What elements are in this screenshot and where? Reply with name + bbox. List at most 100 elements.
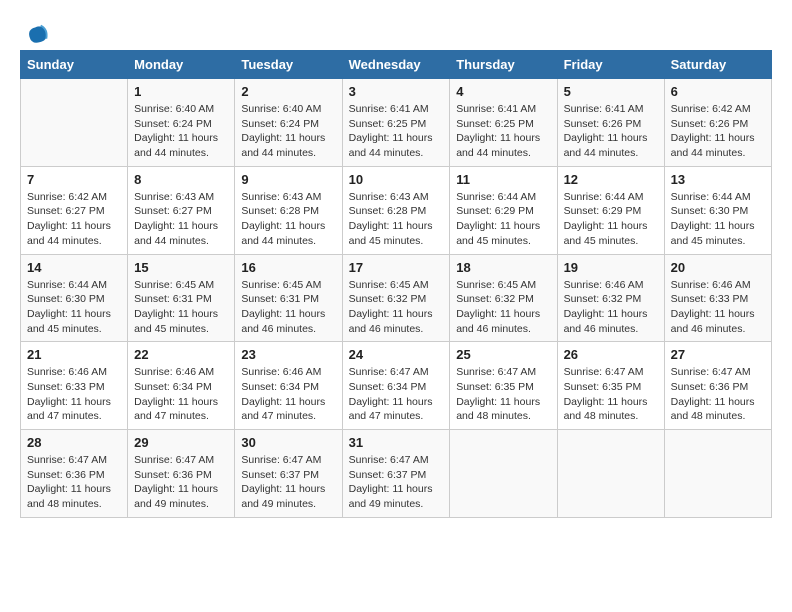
day-number: 9 <box>241 172 335 187</box>
day-info: Sunrise: 6:46 AMSunset: 6:34 PMDaylight:… <box>134 365 228 424</box>
header-saturday: Saturday <box>664 51 771 79</box>
calendar-cell: 6 Sunrise: 6:42 AMSunset: 6:26 PMDaylight… <box>664 79 771 167</box>
header-monday: Monday <box>128 51 235 79</box>
day-info: Sunrise: 6:47 AMSunset: 6:36 PMDaylight:… <box>134 453 228 512</box>
calendar-cell: 13Sunrise: 6:44 AMSunset: 6:30 PMDayligh… <box>664 166 771 254</box>
day-number: 8 <box>134 172 228 187</box>
day-number: 1 <box>134 84 228 99</box>
calendar-cell: 30 Sunrise: 6:47 AMSunset: 6:37 PMDayligh… <box>235 430 342 518</box>
day-number: 29 <box>134 435 228 450</box>
day-number: 21 <box>27 347 121 362</box>
calendar-cell: 11 Sunrise: 6:44 AMSunset: 6:29 PMDayligh… <box>450 166 557 254</box>
header-thursday: Thursday <box>450 51 557 79</box>
day-number: 12 <box>564 172 658 187</box>
calendar-cell: 5 Sunrise: 6:41 AMSunset: 6:26 PMDaylight… <box>557 79 664 167</box>
calendar-table: SundayMondayTuesdayWednesdayThursdayFrid… <box>20 50 772 518</box>
calendar-cell: 4Sunrise: 6:41 AMSunset: 6:25 PMDaylight… <box>450 79 557 167</box>
day-number: 22 <box>134 347 228 362</box>
header-tuesday: Tuesday <box>235 51 342 79</box>
calendar-cell: 14Sunrise: 6:44 AMSunset: 6:30 PMDayligh… <box>21 254 128 342</box>
day-number: 7 <box>27 172 121 187</box>
day-number: 14 <box>27 260 121 275</box>
day-number: 20 <box>671 260 765 275</box>
day-info: Sunrise: 6:47 AMSunset: 6:35 PMDaylight:… <box>564 365 658 424</box>
day-number: 13 <box>671 172 765 187</box>
day-number: 25 <box>456 347 550 362</box>
calendar-cell <box>557 430 664 518</box>
calendar-cell: 15 Sunrise: 6:45 AMSunset: 6:31 PMDayligh… <box>128 254 235 342</box>
day-info: Sunrise: 6:45 AMSunset: 6:31 PMDaylight:… <box>241 278 335 337</box>
day-number: 27 <box>671 347 765 362</box>
day-info: Sunrise: 6:43 AMSunset: 6:27 PMDaylight:… <box>134 190 228 249</box>
day-info: Sunrise: 6:45 AMSunset: 6:31 PMDaylight:… <box>134 278 228 337</box>
day-number: 30 <box>241 435 335 450</box>
calendar-cell: 3 Sunrise: 6:41 AMSunset: 6:25 PMDaylight… <box>342 79 450 167</box>
day-number: 26 <box>564 347 658 362</box>
day-info: Sunrise: 6:47 AMSunset: 6:35 PMDaylight:… <box>456 365 550 424</box>
day-number: 15 <box>134 260 228 275</box>
calendar-cell <box>664 430 771 518</box>
header-sunday: Sunday <box>21 51 128 79</box>
calendar-cell: 21 Sunrise: 6:46 AMSunset: 6:33 PMDayligh… <box>21 342 128 430</box>
day-info: Sunrise: 6:47 AMSunset: 6:37 PMDaylight:… <box>241 453 335 512</box>
day-number: 23 <box>241 347 335 362</box>
day-info: Sunrise: 6:42 AMSunset: 6:27 PMDaylight:… <box>27 190 121 249</box>
calendar-cell: 29 Sunrise: 6:47 AMSunset: 6:36 PMDayligh… <box>128 430 235 518</box>
calendar-cell <box>450 430 557 518</box>
day-info: Sunrise: 6:46 AMSunset: 6:34 PMDaylight:… <box>241 365 335 424</box>
week-row-2: 7 Sunrise: 6:42 AMSunset: 6:27 PMDaylight… <box>21 166 772 254</box>
day-info: Sunrise: 6:43 AMSunset: 6:28 PMDaylight:… <box>349 190 444 249</box>
calendar-cell: 12 Sunrise: 6:44 AMSunset: 6:29 PMDayligh… <box>557 166 664 254</box>
calendar-cell: 7 Sunrise: 6:42 AMSunset: 6:27 PMDaylight… <box>21 166 128 254</box>
day-info: Sunrise: 6:46 AMSunset: 6:32 PMDaylight:… <box>564 278 658 337</box>
calendar-cell <box>21 79 128 167</box>
day-info: Sunrise: 6:47 AMSunset: 6:37 PMDaylight:… <box>349 453 444 512</box>
day-info: Sunrise: 6:40 AMSunset: 6:24 PMDaylight:… <box>241 102 335 161</box>
calendar-cell: 10 Sunrise: 6:43 AMSunset: 6:28 PMDayligh… <box>342 166 450 254</box>
calendar-cell: 2 Sunrise: 6:40 AMSunset: 6:24 PMDaylight… <box>235 79 342 167</box>
week-row-1: 1 Sunrise: 6:40 AMSunset: 6:24 PMDaylight… <box>21 79 772 167</box>
week-row-4: 21 Sunrise: 6:46 AMSunset: 6:33 PMDayligh… <box>21 342 772 430</box>
calendar-cell: 16 Sunrise: 6:45 AMSunset: 6:31 PMDayligh… <box>235 254 342 342</box>
calendar-cell: 23 Sunrise: 6:46 AMSunset: 6:34 PMDayligh… <box>235 342 342 430</box>
calendar-cell: 25 Sunrise: 6:47 AMSunset: 6:35 PMDayligh… <box>450 342 557 430</box>
logo-icon <box>22 20 50 48</box>
day-info: Sunrise: 6:43 AMSunset: 6:28 PMDaylight:… <box>241 190 335 249</box>
day-number: 16 <box>241 260 335 275</box>
day-number: 24 <box>349 347 444 362</box>
day-info: Sunrise: 6:41 AMSunset: 6:25 PMDaylight:… <box>349 102 444 161</box>
logo <box>20 20 50 40</box>
calendar-cell: 17 Sunrise: 6:45 AMSunset: 6:32 PMDayligh… <box>342 254 450 342</box>
week-row-5: 28Sunrise: 6:47 AMSunset: 6:36 PMDayligh… <box>21 430 772 518</box>
calendar-cell: 8 Sunrise: 6:43 AMSunset: 6:27 PMDaylight… <box>128 166 235 254</box>
day-number: 31 <box>349 435 444 450</box>
day-info: Sunrise: 6:42 AMSunset: 6:26 PMDaylight:… <box>671 102 765 161</box>
header-wednesday: Wednesday <box>342 51 450 79</box>
calendar-cell: 31 Sunrise: 6:47 AMSunset: 6:37 PMDayligh… <box>342 430 450 518</box>
day-info: Sunrise: 6:45 AMSunset: 6:32 PMDaylight:… <box>456 278 550 337</box>
day-info: Sunrise: 6:44 AMSunset: 6:29 PMDaylight:… <box>456 190 550 249</box>
calendar-cell: 27 Sunrise: 6:47 AMSunset: 6:36 PMDayligh… <box>664 342 771 430</box>
day-number: 4 <box>456 84 550 99</box>
calendar-cell: 1Sunrise: 6:40 AMSunset: 6:24 PMDaylight… <box>128 79 235 167</box>
day-number: 3 <box>349 84 444 99</box>
week-row-3: 14Sunrise: 6:44 AMSunset: 6:30 PMDayligh… <box>21 254 772 342</box>
day-number: 17 <box>349 260 444 275</box>
day-number: 10 <box>349 172 444 187</box>
calendar-cell: 18 Sunrise: 6:45 AMSunset: 6:32 PMDayligh… <box>450 254 557 342</box>
day-info: Sunrise: 6:45 AMSunset: 6:32 PMDaylight:… <box>349 278 444 337</box>
day-info: Sunrise: 6:47 AMSunset: 6:34 PMDaylight:… <box>349 365 444 424</box>
day-number: 18 <box>456 260 550 275</box>
day-info: Sunrise: 6:44 AMSunset: 6:29 PMDaylight:… <box>564 190 658 249</box>
day-number: 2 <box>241 84 335 99</box>
calendar-cell: 24 Sunrise: 6:47 AMSunset: 6:34 PMDayligh… <box>342 342 450 430</box>
day-number: 6 <box>671 84 765 99</box>
calendar-cell: 19Sunrise: 6:46 AMSunset: 6:32 PMDayligh… <box>557 254 664 342</box>
day-info: Sunrise: 6:47 AMSunset: 6:36 PMDaylight:… <box>671 365 765 424</box>
day-number: 11 <box>456 172 550 187</box>
calendar-cell: 28Sunrise: 6:47 AMSunset: 6:36 PMDayligh… <box>21 430 128 518</box>
day-number: 5 <box>564 84 658 99</box>
day-info: Sunrise: 6:46 AMSunset: 6:33 PMDaylight:… <box>27 365 121 424</box>
calendar-cell: 9 Sunrise: 6:43 AMSunset: 6:28 PMDaylight… <box>235 166 342 254</box>
day-info: Sunrise: 6:41 AMSunset: 6:26 PMDaylight:… <box>564 102 658 161</box>
